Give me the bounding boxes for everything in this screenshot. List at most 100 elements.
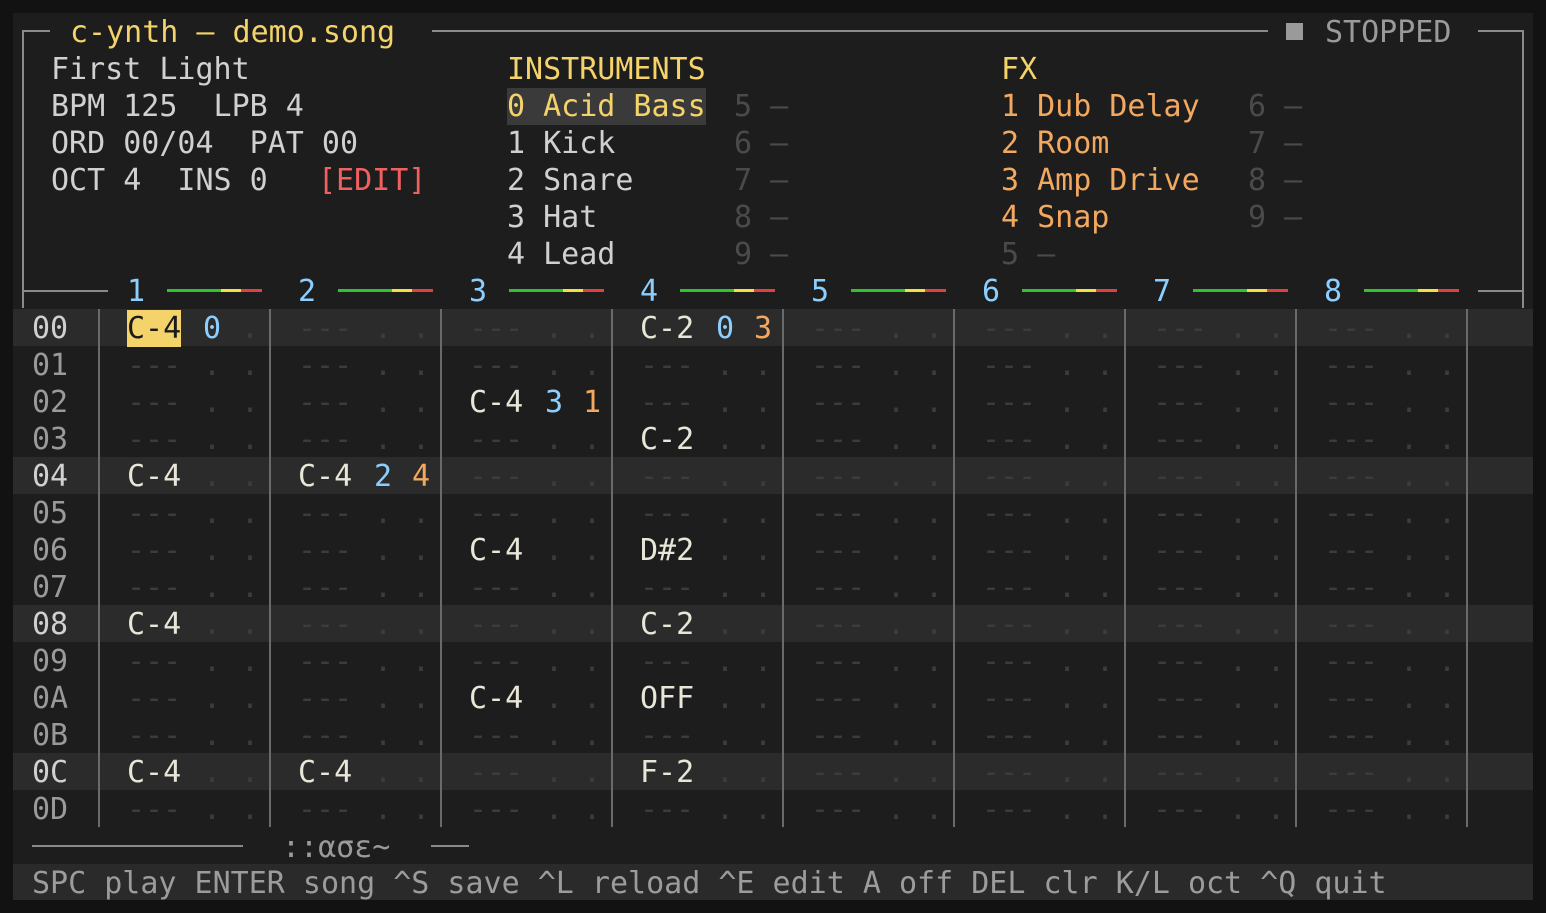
instrument-cell-empty[interactable]: . xyxy=(545,495,563,532)
note-cell-empty[interactable]: --- xyxy=(1324,606,1378,643)
fx-cell-empty[interactable]: . xyxy=(412,310,430,347)
instrument-slot-empty[interactable]: 5 — xyxy=(734,88,788,125)
note-cell-empty[interactable]: --- xyxy=(640,569,694,606)
fx-cell-empty[interactable]: . xyxy=(1267,384,1285,421)
instrument-cell-empty[interactable]: . xyxy=(1400,791,1418,828)
instrument-cell-empty[interactable]: . xyxy=(1229,347,1247,384)
note-cell[interactable]: C-4 xyxy=(127,606,181,643)
channel-number[interactable]: 3 xyxy=(469,273,487,310)
fx-cell-empty[interactable]: . xyxy=(1267,421,1285,458)
instrument-cell-empty[interactable]: . xyxy=(545,310,563,347)
instrument-cell-empty[interactable]: . xyxy=(203,680,221,717)
note-cell[interactable]: C-4 xyxy=(298,458,352,495)
fx-slot[interactable]: 1 Dub Delay xyxy=(1001,88,1200,125)
fx-cell-empty[interactable]: . xyxy=(241,754,259,791)
fx-slot[interactable]: 3 Amp Drive xyxy=(1001,162,1200,199)
fx-cell-empty[interactable]: . xyxy=(925,310,943,347)
fx-cell-empty[interactable]: . xyxy=(925,680,943,717)
note-cell-empty[interactable]: --- xyxy=(298,384,352,421)
fx-cell-empty[interactable]: . xyxy=(1096,791,1114,828)
note-cell-empty[interactable]: --- xyxy=(982,347,1036,384)
instrument-cell-empty[interactable]: . xyxy=(203,347,221,384)
instrument-cell-empty[interactable]: . xyxy=(887,680,905,717)
fx-cell-empty[interactable]: . xyxy=(925,791,943,828)
fx-cell-empty[interactable]: . xyxy=(925,606,943,643)
instrument-cell-empty[interactable]: . xyxy=(1400,717,1418,754)
instrument-cell-empty[interactable]: . xyxy=(887,791,905,828)
note-cell[interactable]: F-2 xyxy=(640,754,694,791)
instrument-cell-empty[interactable]: . xyxy=(374,421,392,458)
fx-cell-empty[interactable]: . xyxy=(925,643,943,680)
note-cell-empty[interactable]: --- xyxy=(1153,532,1207,569)
instrument-cell-empty[interactable]: . xyxy=(1229,458,1247,495)
instrument-cell-empty[interactable]: . xyxy=(374,791,392,828)
instrument-cell-empty[interactable]: . xyxy=(374,384,392,421)
instrument-cell-empty[interactable]: . xyxy=(716,421,734,458)
note-cell-empty[interactable]: --- xyxy=(298,680,352,717)
fx-cell-empty[interactable]: . xyxy=(925,754,943,791)
note-cell-empty[interactable]: --- xyxy=(982,680,1036,717)
instrument-cell-empty[interactable]: . xyxy=(1400,643,1418,680)
fx-cell-empty[interactable]: . xyxy=(1438,754,1456,791)
note-cell-empty[interactable]: --- xyxy=(1153,495,1207,532)
fx-cell-empty[interactable]: . xyxy=(754,569,772,606)
note-cell-empty[interactable]: --- xyxy=(982,421,1036,458)
instrument-cell-empty[interactable]: . xyxy=(545,791,563,828)
instrument-cell-empty[interactable]: . xyxy=(203,569,221,606)
note-cell-empty[interactable]: --- xyxy=(982,384,1036,421)
note-cell-empty[interactable]: --- xyxy=(127,717,181,754)
instrument-cell-empty[interactable]: . xyxy=(374,347,392,384)
note-cell-empty[interactable]: --- xyxy=(1153,421,1207,458)
note-cell-empty[interactable]: --- xyxy=(1324,791,1378,828)
fx-cell-empty[interactable]: . xyxy=(1096,717,1114,754)
note-cell-empty[interactable]: --- xyxy=(469,458,523,495)
instrument-cell-empty[interactable]: . xyxy=(1058,384,1076,421)
fx-cell-empty[interactable]: . xyxy=(754,347,772,384)
fx-cell-empty[interactable]: . xyxy=(1096,347,1114,384)
note-cell-empty[interactable]: --- xyxy=(1153,717,1207,754)
note-cell-empty[interactable]: --- xyxy=(1153,458,1207,495)
note-cell-empty[interactable]: --- xyxy=(1153,310,1207,347)
instrument-cell-empty[interactable]: . xyxy=(374,310,392,347)
note-cell-empty[interactable]: --- xyxy=(127,347,181,384)
fx-cell-empty[interactable]: . xyxy=(241,310,259,347)
fx-cell-empty[interactable]: . xyxy=(1267,717,1285,754)
note-cell-empty[interactable]: --- xyxy=(1153,680,1207,717)
note-cell-empty[interactable]: --- xyxy=(298,421,352,458)
note-cell-empty[interactable]: --- xyxy=(127,791,181,828)
channel-number[interactable]: 2 xyxy=(298,273,316,310)
instrument-cell-empty[interactable]: . xyxy=(374,495,392,532)
instrument-cell-empty[interactable]: . xyxy=(203,384,221,421)
instrument-cell-empty[interactable]: . xyxy=(1058,347,1076,384)
note-cell-empty[interactable]: --- xyxy=(298,495,352,532)
instrument-cell-empty[interactable]: . xyxy=(1229,310,1247,347)
instrument-slot[interactable]: 0 Acid Bass xyxy=(507,88,706,125)
fx-cell-empty[interactable]: . xyxy=(1438,458,1456,495)
fx-cell-empty[interactable]: . xyxy=(1096,310,1114,347)
fx-cell-empty[interactable]: . xyxy=(1267,754,1285,791)
fx-cell-empty[interactable]: . xyxy=(1438,532,1456,569)
note-cell-empty[interactable]: --- xyxy=(811,384,865,421)
fx-cell-empty[interactable]: . xyxy=(1438,643,1456,680)
fx-cell-empty[interactable]: . xyxy=(1438,310,1456,347)
instrument-cell-empty[interactable]: . xyxy=(1058,495,1076,532)
fx-cell-empty[interactable]: . xyxy=(583,458,601,495)
note-cell-empty[interactable]: --- xyxy=(1153,384,1207,421)
fx-cell-empty[interactable]: . xyxy=(1096,421,1114,458)
fx-cell-empty[interactable]: . xyxy=(1096,384,1114,421)
fx-cell-empty[interactable]: . xyxy=(583,717,601,754)
instrument-cell-empty[interactable]: . xyxy=(545,569,563,606)
instrument-cell-empty[interactable]: . xyxy=(1229,791,1247,828)
instrument-cell-empty[interactable]: . xyxy=(1058,717,1076,754)
fx-cell-empty[interactable]: . xyxy=(1096,532,1114,569)
instrument-cell-empty[interactable]: . xyxy=(1058,569,1076,606)
fx-cell-empty[interactable]: . xyxy=(1267,495,1285,532)
instrument-slot-empty[interactable]: 9 — xyxy=(734,236,788,273)
instrument-cell-empty[interactable]: . xyxy=(1400,384,1418,421)
note-cell-empty[interactable]: --- xyxy=(982,717,1036,754)
note-cell-empty[interactable]: --- xyxy=(1153,569,1207,606)
note-cell-empty[interactable]: --- xyxy=(127,384,181,421)
note-cell-empty[interactable]: --- xyxy=(1324,310,1378,347)
fx-cell-empty[interactable]: . xyxy=(412,606,430,643)
fx-cell-empty[interactable]: . xyxy=(1267,680,1285,717)
